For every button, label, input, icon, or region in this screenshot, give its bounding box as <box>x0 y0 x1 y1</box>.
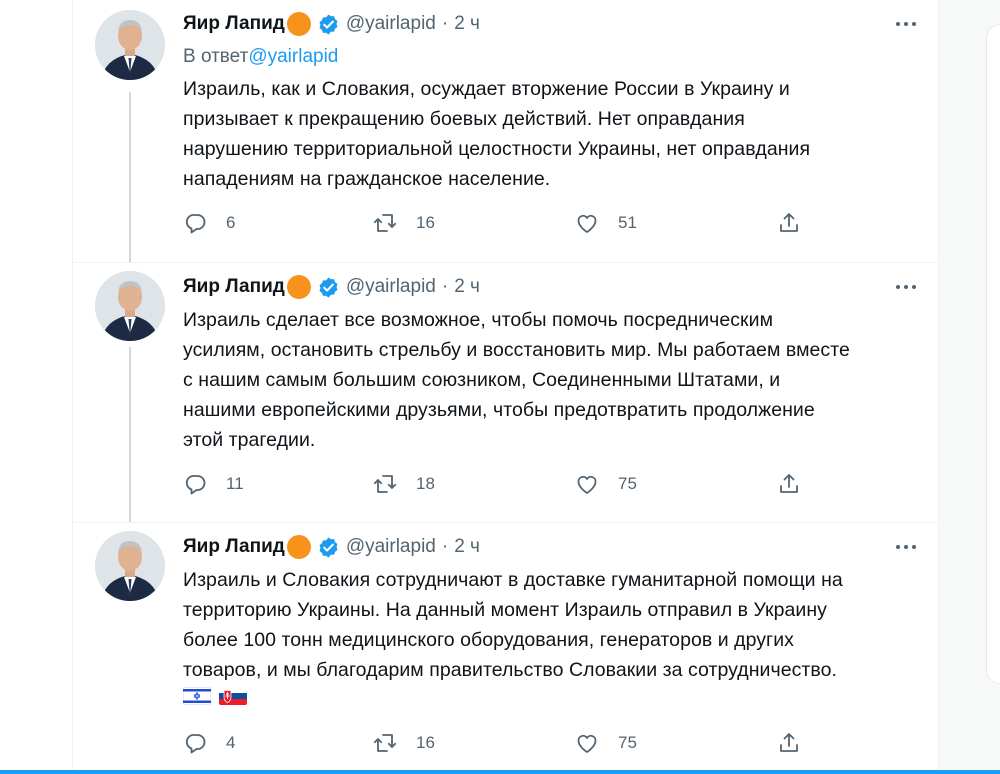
more-options-icon[interactable] <box>894 275 918 299</box>
avatar[interactable] <box>95 531 165 601</box>
orange-circle-emoji <box>286 275 311 299</box>
tweet-text: Израиль сделает все возможное, чтобы пом… <box>183 305 913 455</box>
author-handle[interactable]: @yairlapid <box>346 13 436 35</box>
thread-connector <box>129 347 131 523</box>
tweet-header: Яир Лапид @yairlapid · 2 ч <box>183 535 480 559</box>
verified-badge-icon <box>319 13 338 35</box>
tweet-text-line: территорию Украины. На данный момент Изр… <box>183 599 827 621</box>
like-button[interactable]: 51 <box>575 210 637 236</box>
reply-button[interactable]: 4 <box>183 730 235 756</box>
retweet-button[interactable]: 18 <box>373 471 435 497</box>
reply-count: 4 <box>226 733 236 752</box>
reply-icon <box>185 214 206 234</box>
retweet-button[interactable]: 16 <box>373 730 435 756</box>
tweet-header: Яир Лапид @yairlapid · 2 ч <box>183 12 480 36</box>
reply-count: 11 <box>226 474 244 493</box>
tweet-actions: 11 18 75 <box>183 471 803 497</box>
tweet-text-line: этой трагедии. <box>183 429 316 451</box>
tweet-actions: 4 16 75 <box>183 730 803 756</box>
thread-connector <box>129 92 131 262</box>
share-button[interactable] <box>777 210 801 236</box>
share-button[interactable] <box>777 471 801 497</box>
avatar-image <box>95 10 165 80</box>
tweet-header: Яир Лапид @yairlapid · 2 ч <box>183 275 480 299</box>
avatar[interactable] <box>95 271 165 341</box>
bottom-accent-bar <box>0 770 1000 774</box>
like-button[interactable]: 75 <box>575 471 637 497</box>
tweet-text: Израиль, как и Словакия, осуждает вторже… <box>183 74 913 194</box>
separator-dot: · <box>441 536 449 557</box>
share-icon <box>780 733 798 752</box>
tweet-text: Израиль и Словакия сотрудничают в достав… <box>183 565 913 685</box>
tweet-text-line: нарушению территориальной целостности Ук… <box>183 138 811 160</box>
tweet-timestamp[interactable]: 2 ч <box>454 13 480 35</box>
verified-badge-icon <box>319 276 338 298</box>
israel-flag-icon <box>183 687 211 705</box>
avatar[interactable] <box>95 10 165 80</box>
tweet[interactable]: Яир Лапид @yairlapid · 2 ч Израиль сдела… <box>73 262 938 523</box>
page-background-left <box>0 0 72 774</box>
author-name[interactable]: Яир Лапид <box>183 276 285 298</box>
retweet-icon <box>373 475 397 493</box>
share-icon <box>780 474 798 493</box>
orange-circle-emoji <box>286 12 311 36</box>
reply-prefix: В ответ <box>183 46 249 67</box>
reply-icon <box>185 734 206 754</box>
tweet-text-line: более 100 тонн медицинского оборудования… <box>183 629 794 651</box>
retweet-count: 16 <box>416 213 435 232</box>
avatar-image <box>95 531 165 601</box>
tweet-text-line: Израиль и Словакия сотрудничают в достав… <box>183 569 843 591</box>
tweet[interactable]: Яир Лапид @yairlapid · 2 ч Израиль и Сло… <box>73 522 938 771</box>
tweet-text-line: нападениям на гражданское население. <box>183 168 551 190</box>
tweet-actions: 6 16 51 <box>183 210 803 236</box>
reply-button[interactable]: 6 <box>183 210 235 236</box>
sidebar-card <box>986 24 1000 684</box>
like-icon <box>577 475 597 494</box>
like-icon <box>577 214 597 233</box>
tweet-text-line: усилиям, остановить стрельбу и восстанов… <box>183 339 850 361</box>
retweet-icon <box>373 734 397 752</box>
flag-emojis <box>183 687 247 705</box>
tweet-timestamp[interactable]: 2 ч <box>454 536 480 558</box>
author-name[interactable]: Яир Лапид <box>183 536 285 558</box>
reply-mention-link[interactable]: @yairlapid <box>248 46 338 67</box>
retweet-count: 18 <box>416 474 435 493</box>
more-options-icon[interactable] <box>894 535 918 559</box>
like-icon <box>577 734 597 753</box>
tweet-timestamp[interactable]: 2 ч <box>454 276 480 298</box>
slovakia-flag-icon <box>219 687 247 705</box>
author-name[interactable]: Яир Лапид <box>183 13 285 35</box>
reply-button[interactable]: 11 <box>183 471 244 497</box>
tweet-text-line: призывает к прекращению боевых действий.… <box>183 108 745 130</box>
orange-circle-emoji <box>286 535 311 559</box>
retweet-icon <box>373 214 397 232</box>
verified-badge-icon <box>319 536 338 558</box>
share-button[interactable] <box>777 730 801 756</box>
tweet-text-line: с нашим самым большим союзником, Соедине… <box>183 369 781 391</box>
separator-dot: · <box>441 13 449 34</box>
retweet-count: 16 <box>416 733 435 752</box>
retweet-button[interactable]: 16 <box>373 210 435 236</box>
author-handle[interactable]: @yairlapid <box>346 276 436 298</box>
author-handle[interactable]: @yairlapid <box>346 536 436 558</box>
tweet[interactable]: Яир Лапид @yairlapid · 2 ч В ответ@yairl… <box>73 0 938 262</box>
avatar-image <box>95 271 165 341</box>
like-button[interactable]: 75 <box>575 730 637 756</box>
tweet-text-line: Израиль, как и Словакия, осуждает вторже… <box>183 78 790 100</box>
more-options-icon[interactable] <box>894 12 918 36</box>
tweet-text-line: Израиль сделает все возможное, чтобы пом… <box>183 309 774 331</box>
like-count: 75 <box>618 733 637 752</box>
reply-count: 6 <box>226 213 236 232</box>
share-icon <box>780 213 798 232</box>
separator-dot: · <box>441 276 449 297</box>
tweet-text-line: нашими европейскими друзьями, чтобы пред… <box>183 399 815 421</box>
reply-context: В ответ@yairlapid <box>183 46 338 68</box>
tweet-text-line: товаров, и мы благодарим правительство С… <box>183 659 837 681</box>
reply-icon <box>185 475 206 495</box>
like-count: 75 <box>618 474 637 493</box>
like-count: 51 <box>618 213 637 232</box>
